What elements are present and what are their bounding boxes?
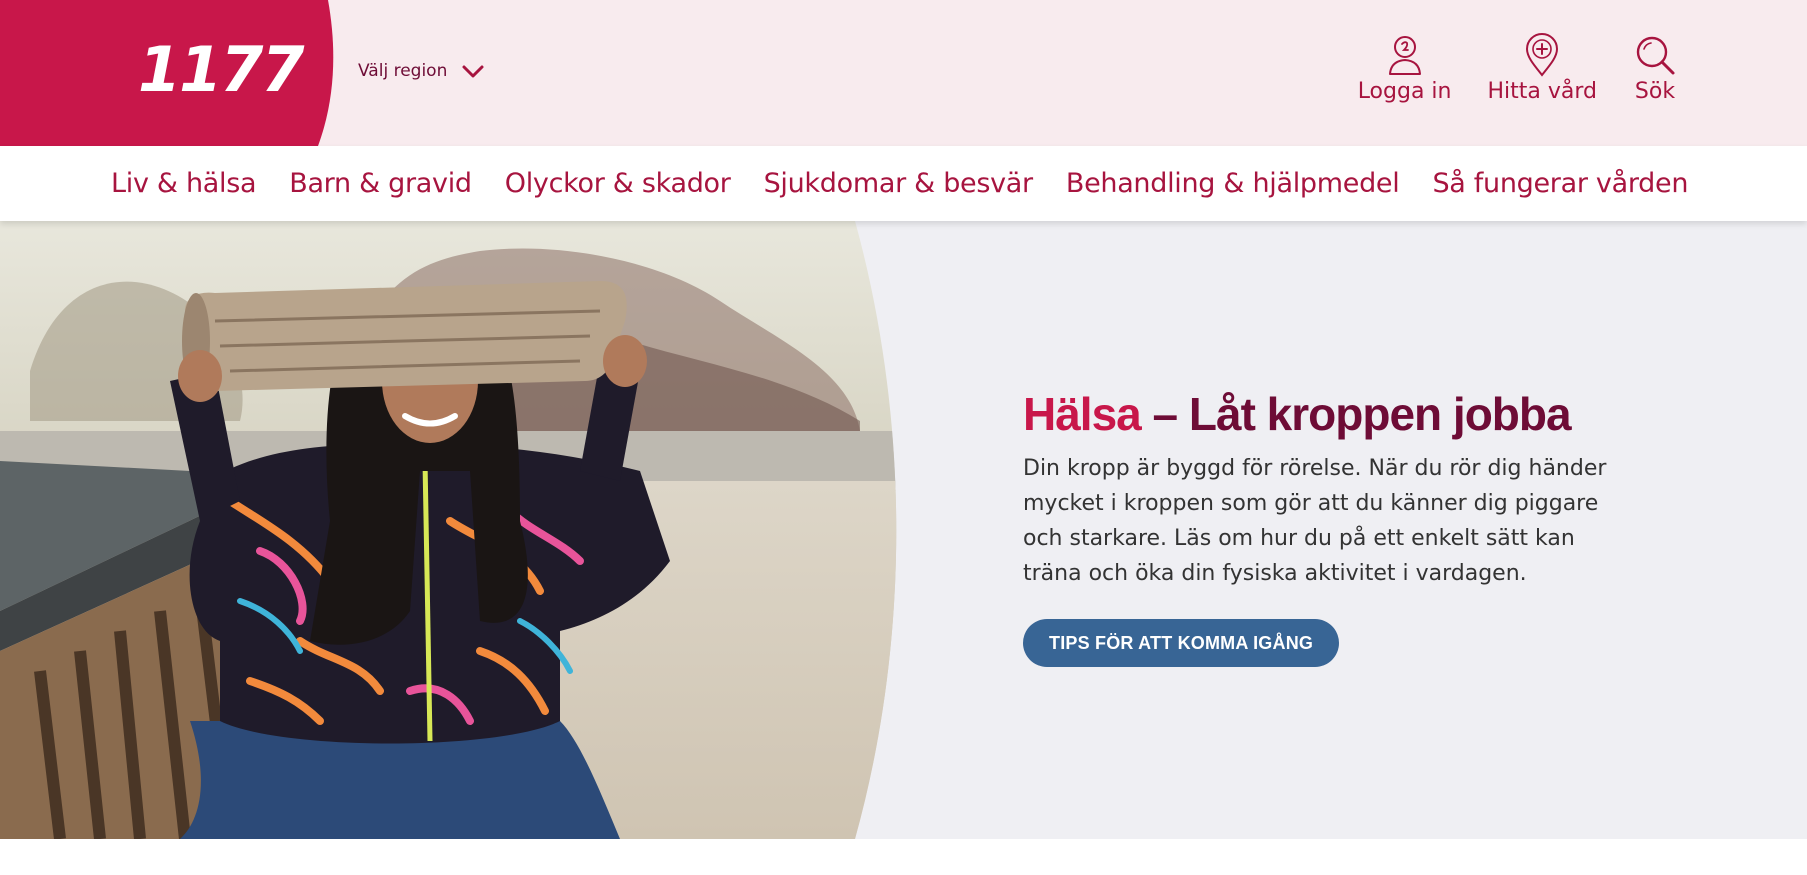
hero-body: Din kropp är byggd för rörelse. När du r…	[1023, 456, 1607, 586]
main-navigation: Liv & hälsa Barn & gravid Olyckor & skad…	[0, 146, 1807, 221]
nav-item-sa-fungerar-varden[interactable]: Så fungerar vården	[1432, 168, 1688, 199]
hero-cta-button[interactable]: TIPS FÖR ATT KOMMA IGÅNG	[1023, 619, 1340, 667]
top-actions: Logga in Hitta vård Sök	[1358, 32, 1677, 106]
login-button[interactable]: Logga in	[1357, 32, 1452, 106]
hero-section: Hälsa – Låt kroppen jobba Din kropp är b…	[0, 221, 1807, 839]
logo-text: 1177	[138, 33, 305, 106]
search-label: Sök	[1634, 79, 1676, 104]
nav-item-behandling-hjalpmedel[interactable]: Behandling & hjälpmedel	[1066, 168, 1400, 199]
login-label: Logga in	[1357, 79, 1452, 104]
hero-title: Hälsa – Låt kroppen jobba	[1023, 387, 1643, 441]
search-icon	[1633, 32, 1677, 78]
hero-image	[0, 221, 900, 839]
user-icon	[1383, 32, 1427, 78]
hero-text: Hälsa – Låt kroppen jobba Din kropp är b…	[1023, 387, 1643, 667]
find-care-label: Hitta vård	[1487, 79, 1597, 104]
chevron-down-icon	[462, 65, 484, 78]
nav-item-olyckor-skador[interactable]: Olyckor & skador	[505, 168, 731, 199]
hero-title-accent: Hälsa	[1023, 388, 1142, 440]
find-care-button[interactable]: Hitta vård	[1487, 32, 1597, 106]
logo[interactable]: 1177	[0, 0, 340, 146]
hero-title-rest: – Låt kroppen jobba	[1140, 388, 1572, 440]
region-label: Välj region	[358, 61, 448, 81]
search-button[interactable]: Sök	[1633, 32, 1677, 106]
location-plus-icon	[1520, 32, 1564, 78]
nav-item-barn-gravid[interactable]: Barn & gravid	[289, 168, 472, 199]
site-header: 1177 Välj region Logga in Hitta vård Sök	[0, 0, 1807, 146]
nav-item-sjukdomar-besvar[interactable]: Sjukdomar & besvär	[764, 168, 1034, 199]
nav-item-liv-halsa[interactable]: Liv & hälsa	[111, 168, 257, 199]
region-select[interactable]: Välj region	[358, 56, 485, 86]
